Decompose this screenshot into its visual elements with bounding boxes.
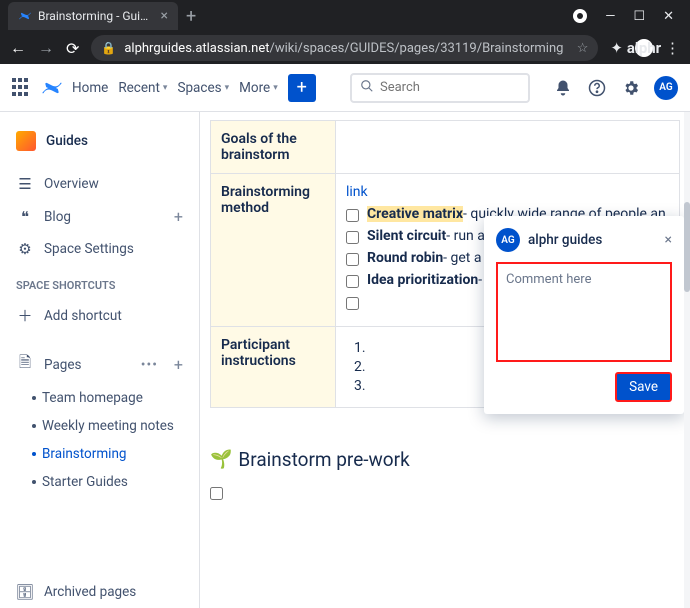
forward-icon[interactable]: → (38, 38, 54, 58)
gear-icon: ⚙ (16, 240, 34, 258)
close-window-icon[interactable]: ✕ (663, 9, 674, 24)
space-icon (16, 131, 36, 151)
add-blog-icon[interactable]: + (174, 207, 183, 226)
blog-icon: ❝ (16, 208, 34, 226)
sidebar-pages[interactable]: 🗎Pages•••+ (8, 345, 191, 384)
browser-chrome: Brainstorming - Guides - Conflu × + — ☐ … (0, 0, 690, 64)
nav-spaces[interactable]: Spaces▾ (177, 80, 229, 96)
app-header: Home Recent▾ Spaces▾ More▾ + AG (0, 64, 690, 112)
add-page-icon[interactable]: + (174, 355, 183, 374)
section-prework: 🌱 Brainstorm pre-work (210, 448, 680, 471)
url-text: alphrguides.atlassian.net/wiki/spaces/GU… (124, 41, 563, 56)
method-title-3: Idea prioritization (367, 272, 478, 288)
sidebar-overview[interactable]: ☰Overview (8, 168, 191, 200)
tree-starter-guides[interactable]: Starter Guides (8, 468, 191, 496)
maximize-icon[interactable]: ☐ (633, 9, 645, 24)
nav-recent[interactable]: Recent▾ (118, 80, 167, 96)
scrollbar-track (684, 112, 690, 608)
user-avatar[interactable]: AG (654, 76, 678, 100)
nav-more[interactable]: More▾ (239, 80, 278, 96)
archived-pages[interactable]: 🗄Archived pages (8, 576, 191, 608)
method-checkbox-1[interactable] (346, 231, 359, 244)
extensions-icon[interactable]: ✦ (610, 39, 623, 57)
method-title-2: Round robin (367, 250, 443, 266)
scrollbar-thumb[interactable] (684, 202, 690, 292)
comment-textarea[interactable]: Comment here (496, 262, 672, 362)
sidebar-space-settings[interactable]: ⚙Space Settings (8, 233, 191, 265)
plus-icon: ＋ (16, 305, 34, 326)
back-icon[interactable]: ← (10, 38, 26, 58)
sidebar: Guides ☰Overview ❝Blog+ ⚙Space Settings … (0, 112, 200, 608)
app-switcher-icon[interactable] (12, 78, 32, 98)
chevron-down-icon: ▾ (163, 83, 168, 93)
help-icon[interactable] (586, 77, 608, 99)
account-icon[interactable] (573, 9, 587, 23)
comment-popup: AG alphr guides × Comment here Save (484, 216, 684, 414)
minimize-icon[interactable]: — (605, 9, 615, 24)
search-box[interactable] (350, 73, 530, 103)
tree-brainstorming[interactable]: Brainstorming (8, 440, 191, 468)
star-icon[interactable]: ☆ (577, 41, 589, 56)
row-instructions-label: Participant instructions (211, 327, 336, 408)
chevron-down-icon: ▾ (273, 83, 278, 93)
method-checkbox-2[interactable] (346, 253, 359, 266)
create-button[interactable]: + (288, 74, 316, 102)
shortcuts-heading: SPACE SHORTCUTS (8, 265, 191, 298)
archive-icon: 🗄 (16, 583, 34, 601)
address-bar: ← → ⟳ 🔒 alphrguides.atlassian.net/wiki/s… (0, 32, 690, 64)
method-checkbox-4[interactable] (346, 297, 359, 310)
confluence-logo-icon[interactable] (42, 78, 62, 98)
overview-icon: ☰ (16, 175, 34, 193)
popup-username: alphr guides (528, 232, 602, 248)
section-prework-title: Brainstorm pre-work (238, 448, 409, 471)
tab-title: Brainstorming - Guides - Conflu (38, 9, 155, 23)
method-title-1: Silent circuit (367, 228, 446, 244)
seedling-icon: 🌱 (210, 449, 232, 470)
popup-avatar: AG (496, 228, 520, 252)
prework-checkbox[interactable] (210, 487, 223, 500)
popup-close-icon[interactable]: × (665, 232, 672, 248)
method-checkbox-0[interactable] (346, 209, 359, 222)
browser-tab[interactable]: Brainstorming - Guides - Conflu × (8, 2, 178, 30)
settings-icon[interactable] (620, 77, 642, 99)
row-method-label: Brainstorming method (211, 174, 336, 327)
tree-weekly-notes[interactable]: Weekly meeting notes (8, 412, 191, 440)
space-link[interactable]: Guides (8, 124, 191, 158)
row-goals-label: Goals of the brainstorm (211, 121, 336, 174)
window-controls: — ☐ ✕ (573, 9, 682, 24)
save-button[interactable]: Save (615, 372, 672, 402)
page-icon: 🗎 (16, 352, 34, 377)
confluence-favicon-icon (18, 9, 32, 23)
tree-team-homepage[interactable]: Team homepage (8, 384, 191, 412)
row-goals-value[interactable] (336, 121, 680, 174)
reload-icon[interactable]: ⟳ (66, 39, 79, 58)
search-icon (360, 78, 374, 97)
add-shortcut[interactable]: ＋Add shortcut (8, 298, 191, 333)
method-link[interactable]: link (346, 184, 368, 200)
chevron-down-icon: ▾ (225, 83, 230, 93)
new-tab-button[interactable]: + (186, 6, 196, 27)
tab-close-icon[interactable]: × (161, 8, 168, 24)
space-name: Guides (46, 133, 88, 149)
nav-home[interactable]: Home (72, 80, 108, 96)
pages-more-icon[interactable]: ••• (141, 357, 158, 373)
url-input[interactable]: 🔒 alphrguides.atlassian.net/wiki/spaces/… (91, 35, 598, 61)
search-input[interactable] (380, 80, 520, 95)
menu-icon[interactable]: ⋮ (665, 39, 680, 57)
page-content: Goals of the brainstorm Brainstorming me… (200, 112, 690, 608)
sidebar-blog[interactable]: ❝Blog+ (8, 200, 191, 233)
method-checkbox-3[interactable] (346, 275, 359, 288)
profile-badge[interactable]: alphr (635, 39, 653, 57)
method-title-0: Creative matrix (367, 206, 463, 222)
notifications-icon[interactable] (552, 77, 574, 99)
tab-bar: Brainstorming - Guides - Conflu × + — ☐ … (0, 0, 690, 32)
lock-icon: 🔒 (101, 41, 116, 55)
